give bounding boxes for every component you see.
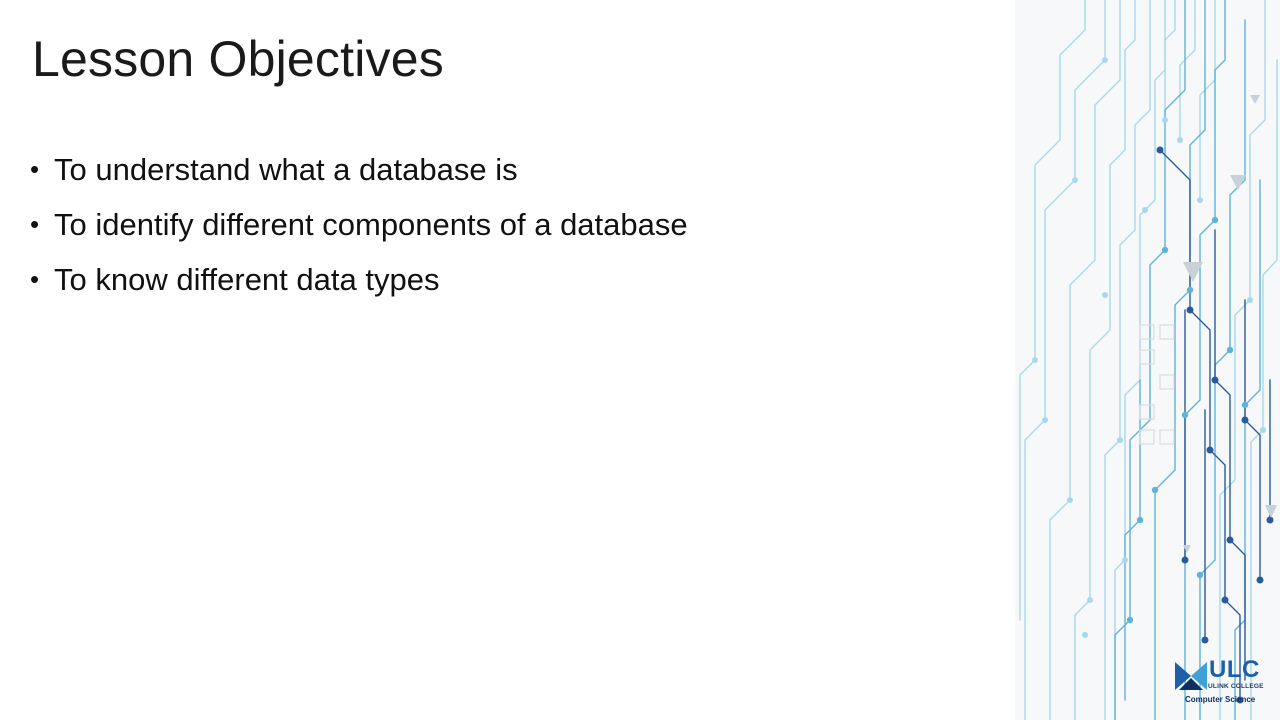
bullet-dot-icon: • [30,209,40,239]
bullet-dot-icon: • [30,154,40,184]
bullet-dot-icon: • [30,264,40,294]
objective-item: • To identify different components of a d… [30,197,688,252]
slide-title: Lesson Objectives [32,31,444,87]
ulc-logo-icon [1175,662,1207,690]
college-logo: ULC ULINK COLLEGE Computer Science [1175,656,1275,708]
logo-subtitle: ULINK COLLEGE [1208,683,1264,690]
logo-department: Computer Science [1185,695,1256,704]
slide: Lesson Objectives • To understand what a … [0,0,1280,720]
circuit-decoration-icon [1015,0,1280,720]
objective-item: • To know different data types [30,252,688,307]
logo-name: ULC [1209,656,1260,683]
objective-item: • To understand what a database is [30,142,688,197]
objectives-list: • To understand what a database is • To id… [30,142,688,307]
